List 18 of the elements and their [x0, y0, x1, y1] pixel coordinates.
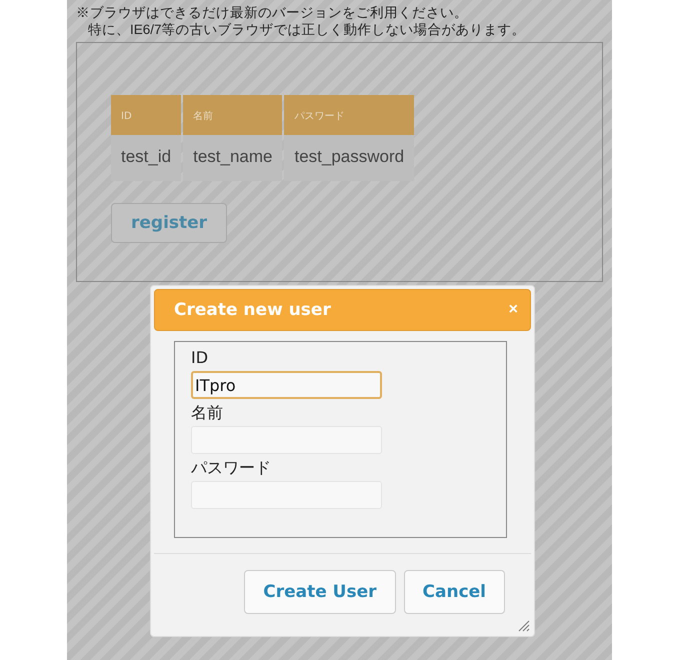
column-header: 名前: [183, 95, 282, 135]
dialog-button[interactable]: Cancel: [404, 570, 505, 614]
table-cell: test_id: [111, 135, 182, 181]
input-field[interactable]: ITpro: [191, 371, 382, 399]
table-cell: test_password: [284, 135, 414, 181]
column-header: パスワード: [284, 95, 414, 135]
dialog-title: Create new user: [174, 300, 331, 320]
field-label: パスワード: [191, 458, 272, 478]
column-header: ID: [111, 95, 182, 135]
dialog-button[interactable]: Create User: [244, 570, 396, 614]
field-label: 名前: [191, 403, 224, 423]
notice-text: 特に、IE6/7等の古いブラウザでは正しく動作しない場合があります。: [87, 21, 527, 38]
close-button[interactable]: ×: [506, 301, 520, 319]
resize-grip-icon[interactable]: [518, 620, 530, 632]
field-label: ID: [191, 348, 210, 368]
register-button[interactable]: register: [111, 203, 228, 243]
table-cell: test_name: [183, 135, 282, 181]
notice-text: ※ブラウザはできるだけ最新のバージョンをご利用ください。: [76, 4, 469, 21]
